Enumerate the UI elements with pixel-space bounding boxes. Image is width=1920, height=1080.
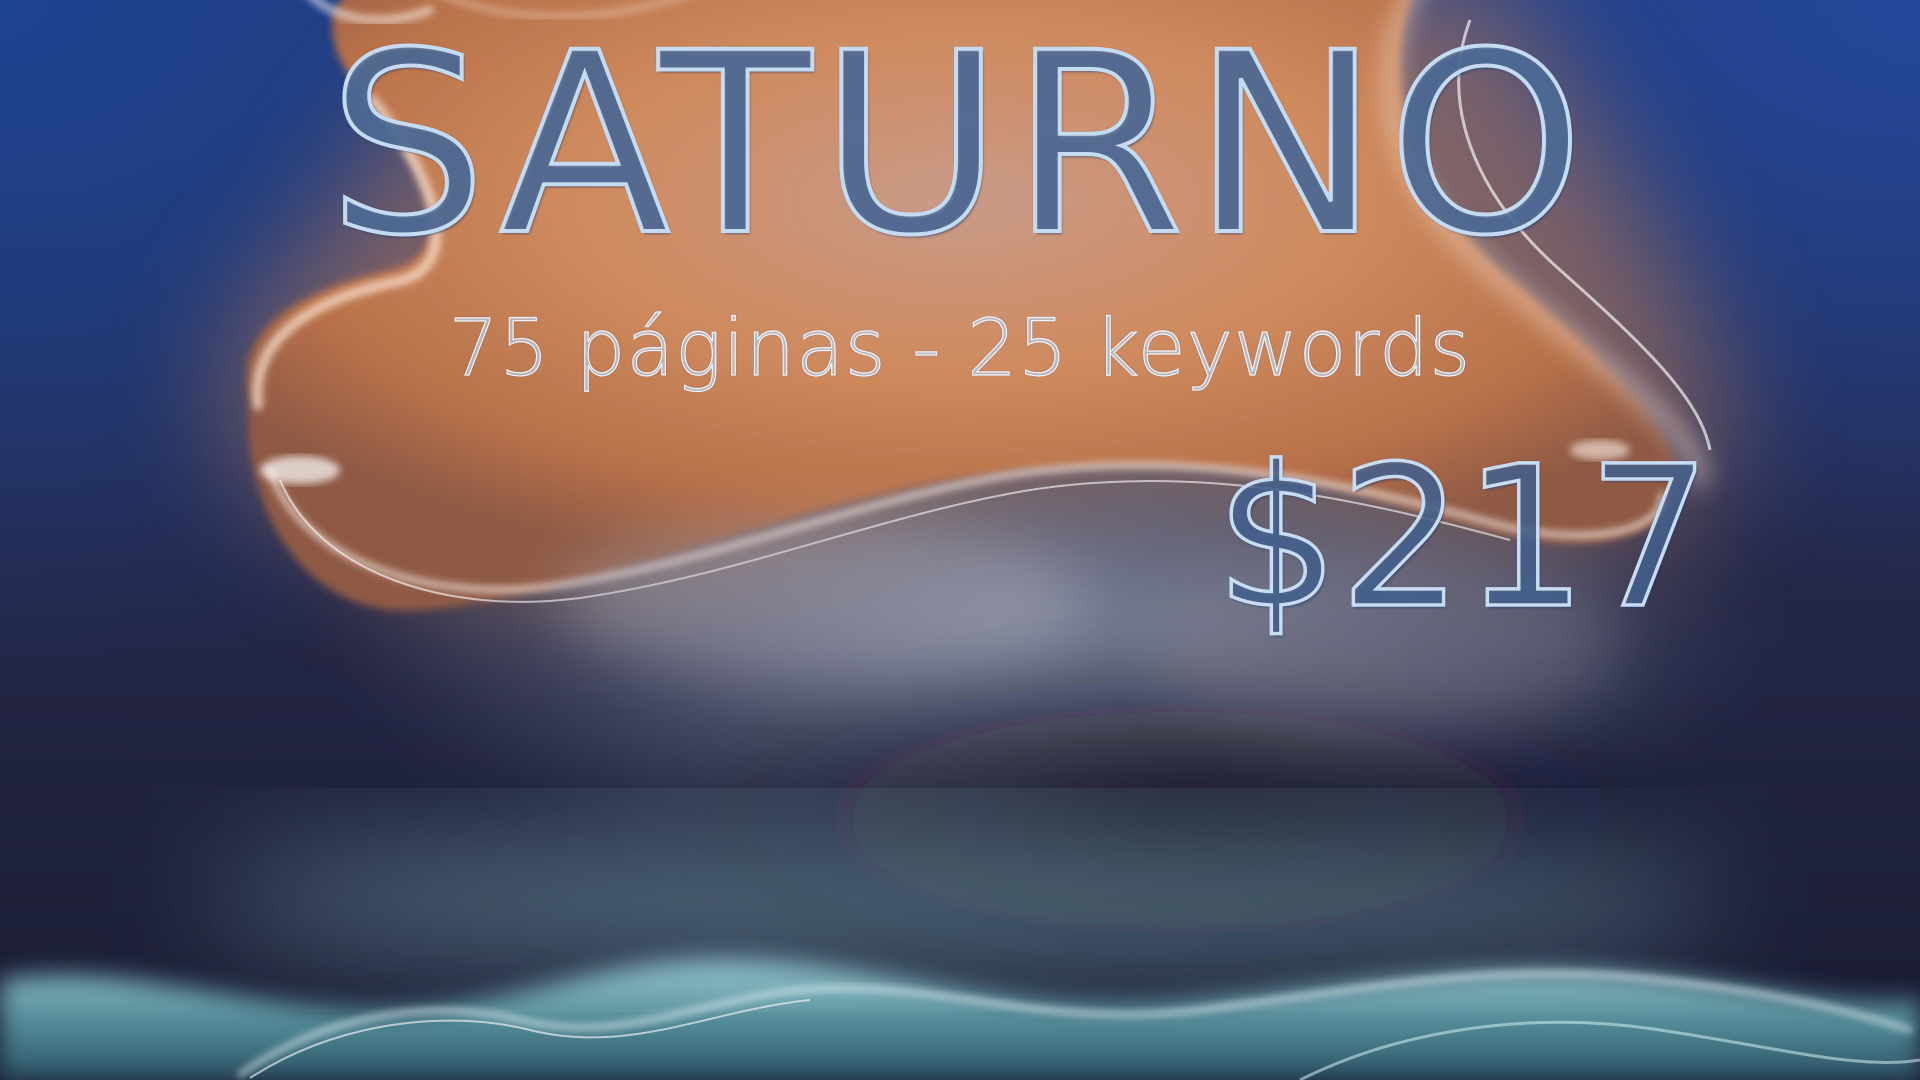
plan-title: SATURNO bbox=[326, 0, 1593, 290]
plan-price: $217 bbox=[1213, 424, 1713, 651]
plan-details: 75 páginas - 25 keywords bbox=[448, 304, 1472, 394]
slide-canvas: SATURNO 75 páginas - 25 keywords $217 bbox=[0, 0, 1920, 1080]
